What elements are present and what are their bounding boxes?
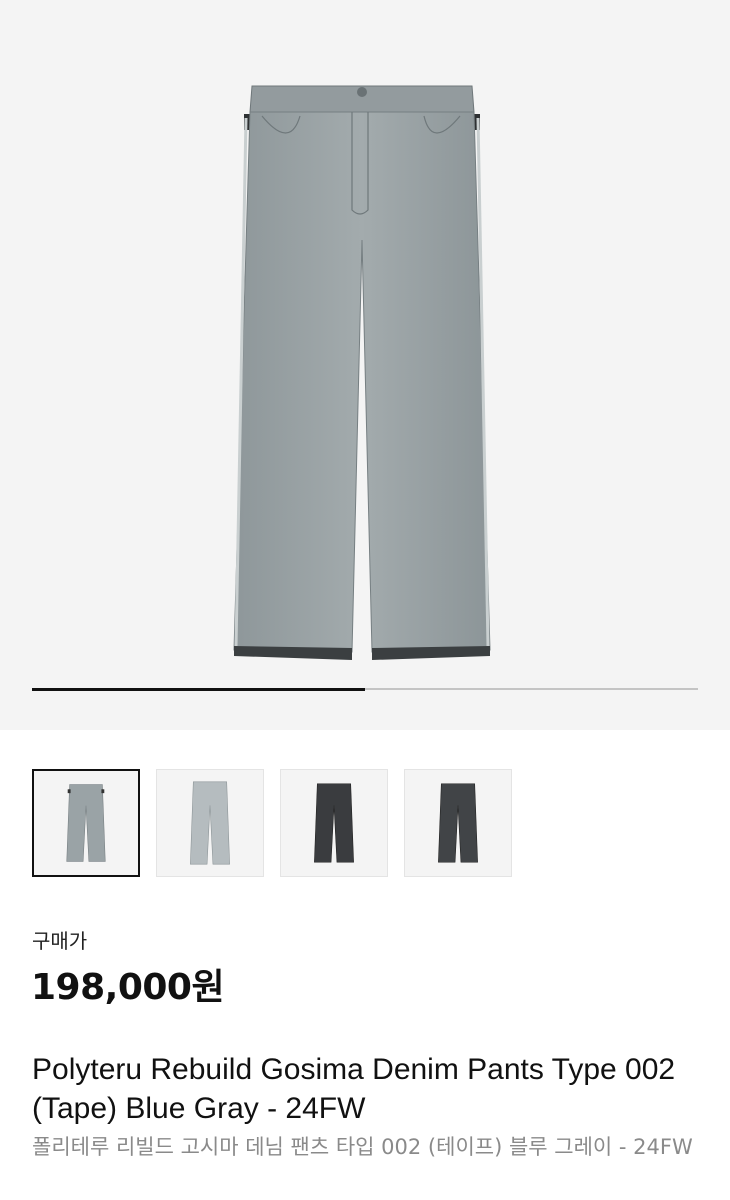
- price-label: 구매가: [32, 929, 88, 953]
- thumbnail-blue-gray-front[interactable]: [32, 769, 140, 877]
- product-name-english: Polyteru Rebuild Gosima Denim Pants Type…: [32, 1053, 676, 1125]
- thumbnail-strip: [32, 769, 698, 877]
- denim-pants-image: [233, 85, 491, 660]
- thumbnail-black-front[interactable]: [280, 769, 388, 877]
- product-image-gallery[interactable]: [0, 0, 730, 730]
- thumbnail-black-back[interactable]: [404, 769, 512, 877]
- price-value: 198,000원: [31, 967, 225, 1008]
- product-name-korean: 폴리테루 리빌드 고시마 데님 팬츠 타입 002 (테이프) 블루 그레이 -…: [32, 1135, 693, 1159]
- image-progress-indicator: [32, 687, 365, 691]
- thumbnail-blue-gray-back[interactable]: [156, 769, 264, 877]
- image-progress-bar: [32, 687, 698, 691]
